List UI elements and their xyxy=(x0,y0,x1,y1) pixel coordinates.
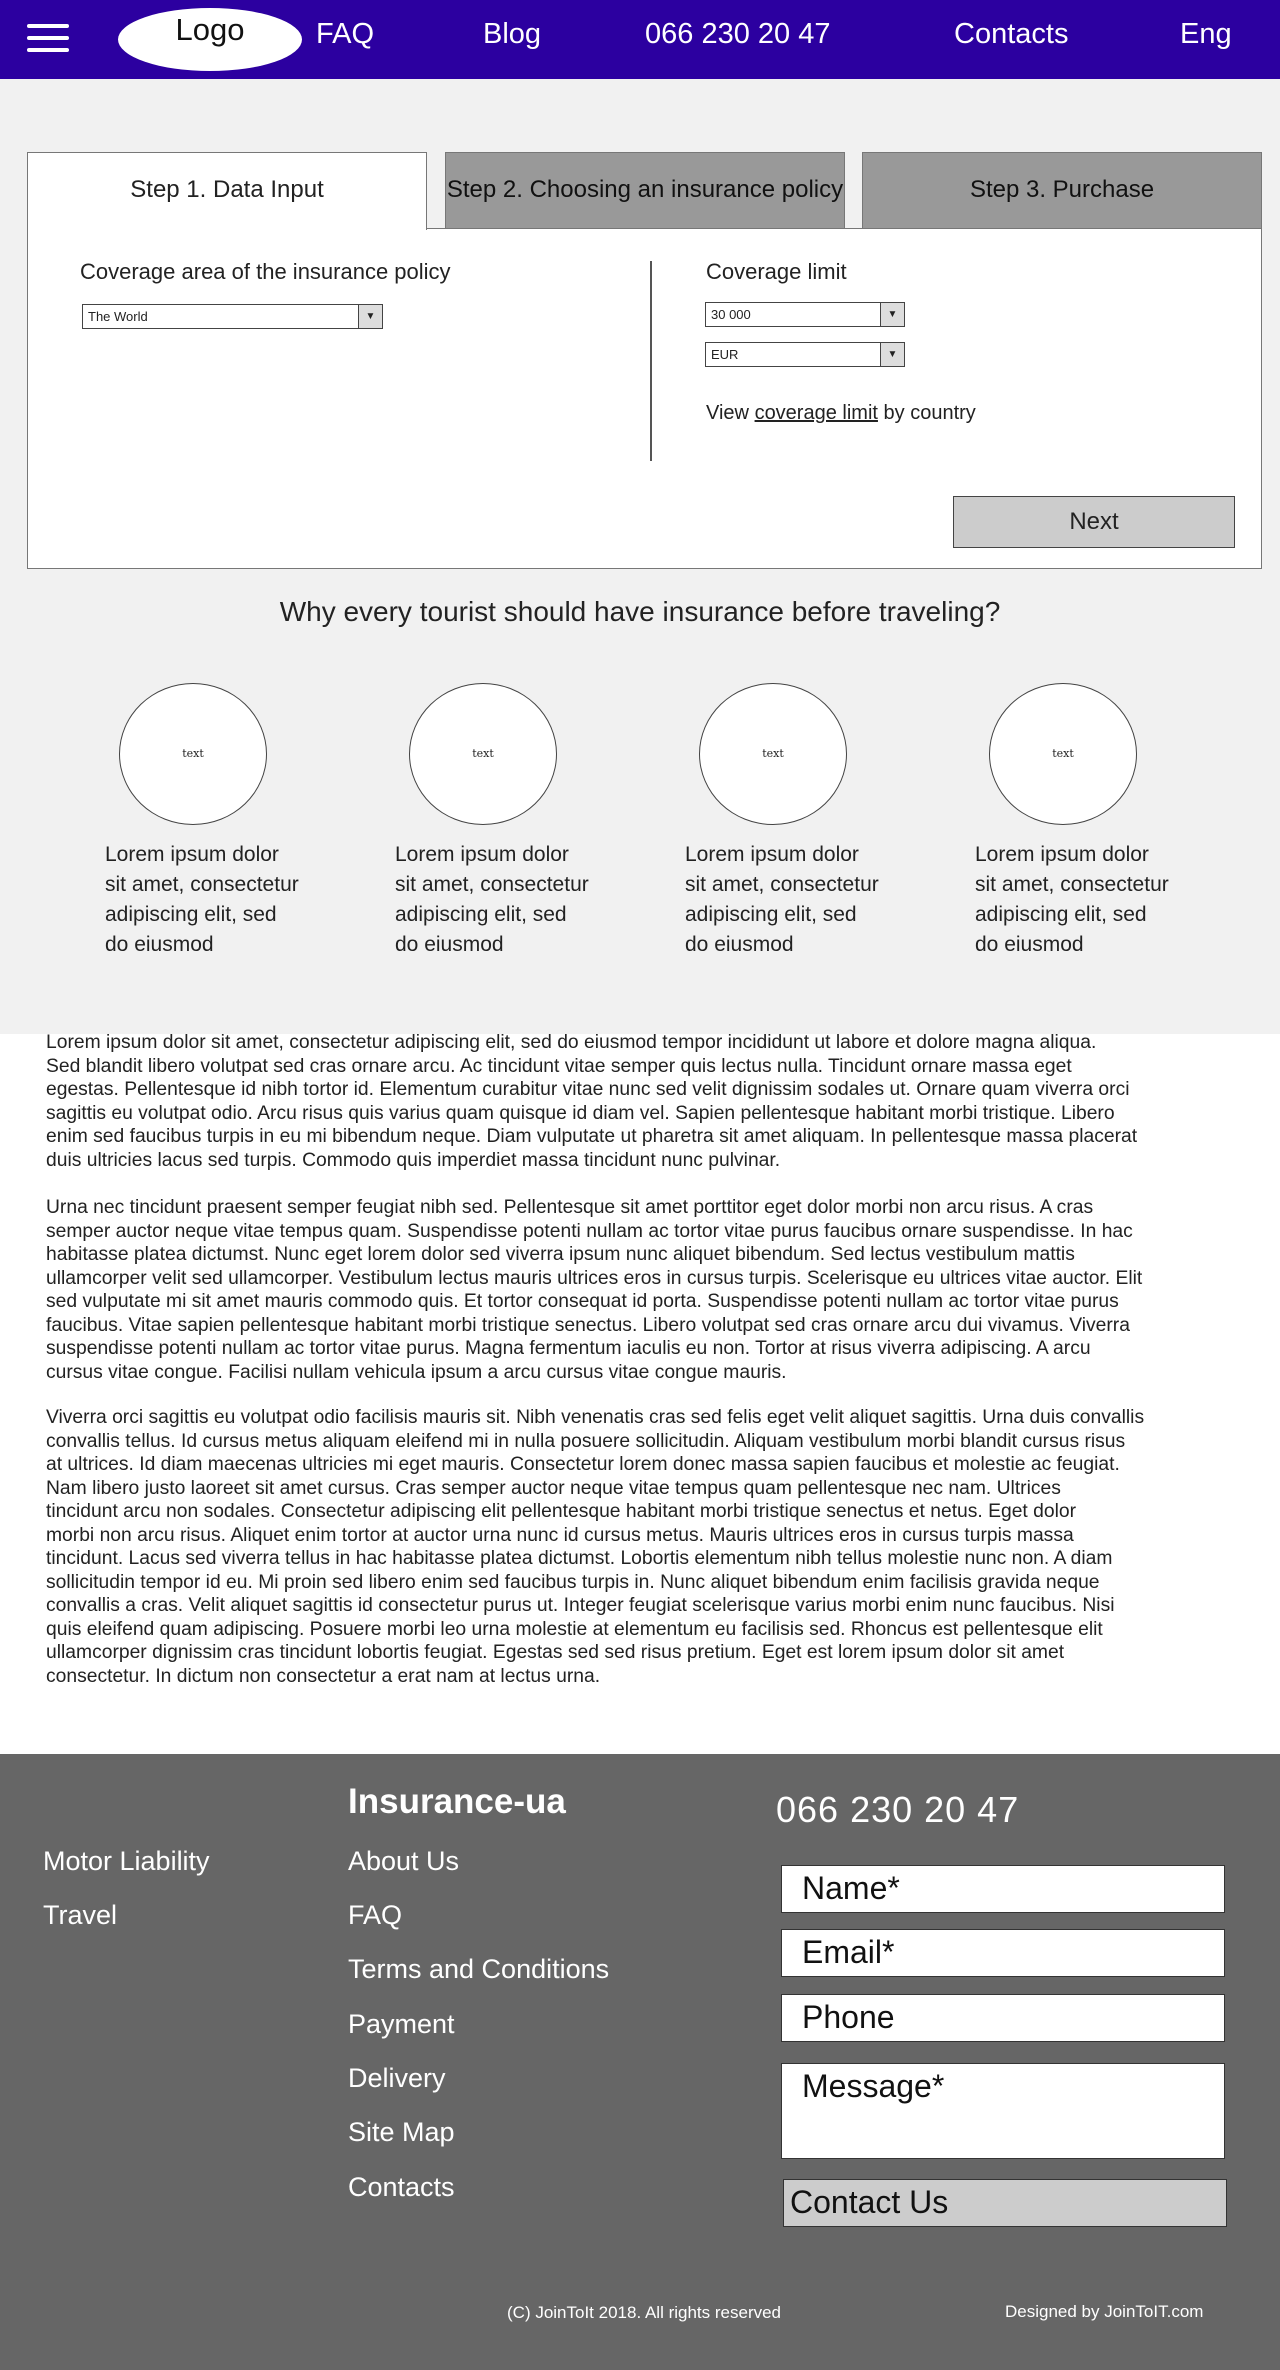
coverage-limit-value: 30 000 xyxy=(711,307,751,322)
currency-select[interactable]: EUR ▼ xyxy=(705,342,905,367)
footer-link-contacts[interactable]: Contacts xyxy=(348,2172,455,2203)
phone-field[interactable]: Phone xyxy=(781,1994,1225,2042)
feature-text-3: Lorem ipsum dolor sit amet, consectetur ad… xyxy=(685,843,879,956)
coverage-area-value: The World xyxy=(88,309,148,324)
view-prefix: View xyxy=(706,402,749,424)
footer-link-faq[interactable]: FAQ xyxy=(348,1900,402,1931)
logo[interactable]: Logo xyxy=(118,8,302,71)
chevron-down-icon: ▼ xyxy=(880,303,904,326)
coverage-limit-select[interactable]: 30 000 ▼ xyxy=(705,302,905,327)
next-button[interactable]: Next xyxy=(953,496,1235,548)
why-title: Why every tourist should have insurance … xyxy=(279,596,1001,627)
footer-phone: 066 230 20 47 xyxy=(776,1789,1020,1830)
email-field[interactable]: Email* xyxy=(781,1929,1225,1977)
body-paragraph-2: Urna nec tincidunt praesent semper feugi… xyxy=(46,1197,1143,1383)
footer-link-sitemap[interactable]: Site Map xyxy=(348,2117,455,2148)
contact-us-button[interactable]: Contact Us xyxy=(783,2179,1227,2227)
step-panel: Coverage area of the insurance policy Th… xyxy=(27,228,1262,569)
coverage-limit-label: Coverage limit xyxy=(706,259,847,284)
designed-by-link[interactable]: Designed by JoinToIT.com xyxy=(1005,2302,1203,2322)
view-coverage-line: View coverage limit by country xyxy=(706,402,976,425)
hamburger-menu-icon[interactable] xyxy=(27,24,69,56)
nav-language[interactable]: Eng xyxy=(1180,18,1232,51)
footer-brand: Insurance-ua xyxy=(348,1782,566,1821)
message-field[interactable]: Message* xyxy=(781,2063,1225,2159)
tab-step-1[interactable]: Step 1. Data Input xyxy=(27,152,427,230)
name-field[interactable]: Name* xyxy=(781,1865,1225,1913)
tab-step-3[interactable]: Step 3. Purchase xyxy=(862,152,1262,229)
coverage-area-label: Coverage area of the insurance policy xyxy=(80,259,451,284)
nav-phone[interactable]: 066 230 20 47 xyxy=(645,18,830,51)
panel-divider xyxy=(650,261,652,461)
coverage-limit-link[interactable]: coverage limit xyxy=(755,402,878,424)
body-paragraph-1: Lorem ipsum dolor sit amet, consectetur … xyxy=(46,1032,1138,1171)
copyright: (C) JoinToIt 2018. All rights reserved xyxy=(507,2303,782,2322)
footer-link-terms[interactable]: Terms and Conditions xyxy=(348,1954,609,1985)
coverage-area-select[interactable]: The World ▼ xyxy=(82,304,383,329)
top-header: Logo FAQ Blog 066 230 20 47 Contacts Eng xyxy=(0,0,1280,79)
nav-faq[interactable]: FAQ xyxy=(316,18,374,51)
footer-link-about[interactable]: About Us xyxy=(348,1846,459,1877)
footer-link-travel[interactable]: Travel xyxy=(43,1900,117,1931)
nav-blog[interactable]: Blog xyxy=(483,18,541,51)
site-footer: Motor Liability Travel Insurance-ua Abou… xyxy=(0,1754,1280,2370)
feature-text-2: Lorem ipsum dolor sit amet, consectetur ad… xyxy=(395,843,589,956)
tab-step-2[interactable]: Step 2. Choosing an insurance policy xyxy=(445,152,845,229)
chevron-down-icon: ▼ xyxy=(880,343,904,366)
feature-circle-1: text xyxy=(119,683,267,825)
currency-value: EUR xyxy=(711,347,739,362)
feature-text-4: Lorem ipsum dolor sit amet, consectetur ad… xyxy=(975,843,1169,956)
feature-circle-4: text xyxy=(989,683,1137,825)
feature-circle-2: text xyxy=(409,683,557,825)
body-paragraph-3: Viverra orci sagittis eu volutpat odio f… xyxy=(46,1407,1145,1687)
footer-link-payment[interactable]: Payment xyxy=(348,2009,455,2040)
feature-text-1: Lorem ipsum dolor sit amet, consectetur ad… xyxy=(105,843,299,956)
footer-link-motor-liability[interactable]: Motor Liability xyxy=(43,1846,210,1877)
nav-contacts[interactable]: Contacts xyxy=(954,18,1068,51)
footer-link-delivery[interactable]: Delivery xyxy=(348,2063,446,2094)
feature-circle-3: text xyxy=(699,683,847,825)
chevron-down-icon: ▼ xyxy=(358,305,382,328)
view-suffix: by country xyxy=(883,402,976,424)
